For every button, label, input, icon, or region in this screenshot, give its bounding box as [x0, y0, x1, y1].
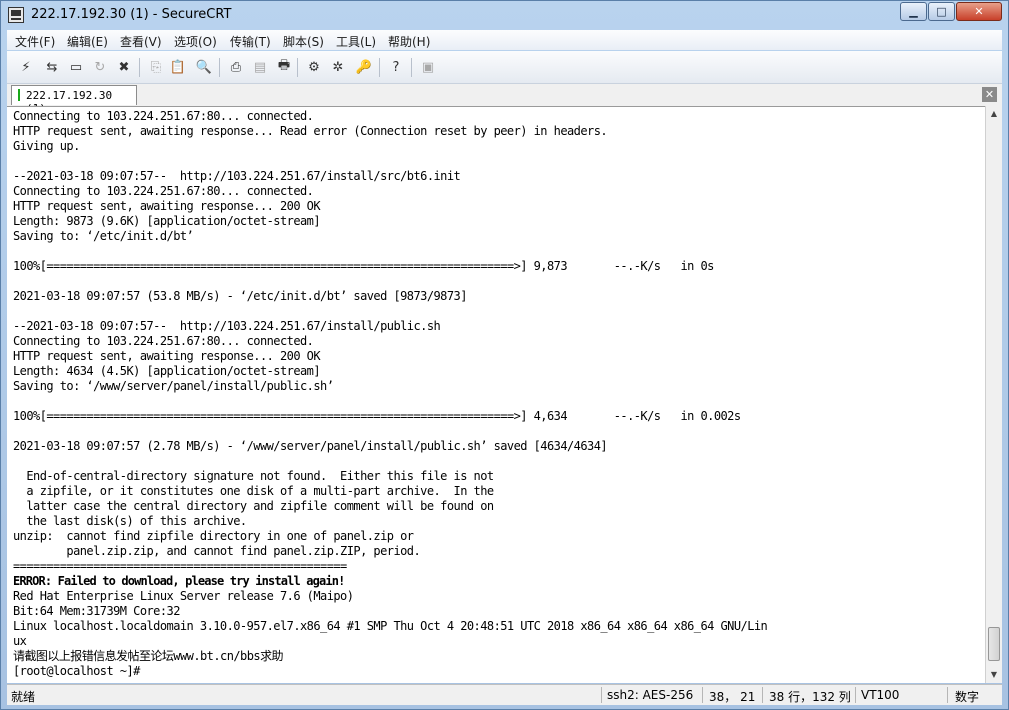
terminal-line: 100%[===================================…	[13, 259, 714, 273]
minimize-button[interactable]: ▁	[900, 2, 927, 21]
terminal-line: Length: 4634 (4.5K) [application/octet-s…	[13, 364, 321, 378]
status-divider	[702, 687, 703, 703]
disconnect-icon[interactable]: ✖	[115, 58, 133, 76]
toolbar-separator	[219, 58, 220, 77]
toolbar: ⚡ ⇆ ▭ ↻ ✖ ⎘ 📋 🔍 ⎙ ▤ 🖶 ⚙ ✲ 🔑? ▣	[7, 51, 1002, 84]
securecrt-window: 222.17.192.30 (1) - SecureCRT ▁ □ ✕ 文件(F…	[0, 0, 1009, 710]
toolbar-separator	[411, 58, 412, 77]
copy-icon[interactable]: ⎘	[147, 58, 165, 76]
menu-help[interactable]: 帮助(H)	[388, 33, 430, 50]
menu-edit[interactable]: 编辑(E)	[67, 33, 108, 50]
tab-session[interactable]: 222.17.192.30 (1)	[11, 85, 137, 115]
menu-view[interactable]: 查看(V)	[120, 33, 162, 50]
menu-transfer[interactable]: 传输(T)	[230, 33, 271, 50]
terminal-line: panel.zip.zip, and cannot find panel.zip…	[13, 544, 421, 558]
terminal-line: Saving to: ‘/www/server/panel/install/pu…	[13, 379, 334, 393]
title-bar[interactable]: 222.17.192.30 (1) - SecureCRT ▁ □ ✕	[1, 1, 1008, 29]
connected-indicator-icon	[18, 89, 20, 101]
terminal-line: 请截图以上报错信息发帖至论坛www.bt.cn/bbs求助	[13, 649, 284, 663]
quick-connect-icon[interactable]: ⇆	[43, 58, 61, 76]
toolbar-separator	[379, 58, 380, 77]
scroll-thumb[interactable]	[988, 627, 1000, 661]
terminal-line: End-of-central-directory signature not f…	[13, 469, 494, 483]
reconnect-icon[interactable]: ↻	[91, 58, 109, 76]
status-emulation: VT100	[861, 688, 900, 702]
terminal-line: ERROR: Failed to download, please try in…	[13, 574, 345, 588]
terminal-line: Connecting to 103.224.251.67:80... conne…	[13, 334, 314, 348]
terminal-line: Giving up.	[13, 139, 80, 153]
toolbar-separator	[297, 58, 298, 77]
terminal-line: --2021-03-18 09:07:57-- http://103.224.2…	[13, 169, 461, 183]
about-icon[interactable]: ▣	[419, 58, 437, 76]
terminal-line: ux	[13, 634, 27, 648]
find-icon[interactable]: 🔍	[195, 58, 213, 76]
printer-icon[interactable]: 🖶	[275, 58, 293, 76]
terminal-line: Length: 9873 (9.6K) [application/octet-s…	[13, 214, 321, 228]
vertical-scrollbar[interactable]: ▲ ▼	[985, 106, 1002, 683]
key-icon[interactable]: 🔑	[355, 58, 373, 76]
status-cursor-position: 38， 21	[709, 690, 756, 704]
terminal-output[interactable]: Connecting to 103.224.251.67:80... conne…	[7, 106, 985, 683]
terminal-line: unzip: cannot find zipfile directory in …	[13, 529, 414, 543]
status-divider	[855, 687, 856, 703]
terminal-line: HTTP request sent, awaiting response... …	[13, 349, 321, 363]
status-divider	[601, 687, 602, 703]
terminal-line: Saving to: ‘/etc/init.d/bt’	[13, 229, 194, 243]
menu-options[interactable]: 选项(O)	[174, 33, 217, 50]
terminal-line: 2021-03-18 09:07:57 (53.8 MB/s) - ‘/etc/…	[13, 289, 467, 303]
toolbar-separator	[139, 58, 140, 77]
connect-icon[interactable]: ⚡	[17, 58, 35, 76]
terminal-line: Connecting to 103.224.251.67:80... conne…	[13, 109, 314, 123]
menu-script[interactable]: 脚本(S)	[283, 33, 324, 50]
terminal-line: ========================================…	[13, 559, 347, 573]
terminal-line: Red Hat Enterprise Linux Server release …	[13, 589, 354, 603]
terminal-line: latter case the central directory and zi…	[13, 499, 494, 513]
status-protocol: ssh2: AES-256	[607, 688, 694, 702]
close-tab-icon[interactable]: ✕	[982, 87, 997, 102]
terminal-line: [root@localhost ~]#	[13, 664, 140, 678]
status-divider	[947, 687, 948, 703]
session-tab-bar: 222.17.192.30 (1) ✕	[7, 84, 1002, 115]
terminal-line: Connecting to 103.224.251.67:80... conne…	[13, 184, 314, 198]
help-icon[interactable]: ?	[387, 58, 405, 76]
terminal-line: 2021-03-18 09:07:57 (2.78 MB/s) - ‘/www/…	[13, 439, 608, 453]
connect-tab-icon[interactable]: ▭	[67, 58, 85, 76]
paste-icon[interactable]: 📋	[169, 58, 187, 76]
terminal-line: HTTP request sent, awaiting response... …	[13, 199, 321, 213]
status-divider	[762, 687, 763, 703]
terminal-line: Bit:64 Mem:31739M Core:32	[13, 604, 180, 618]
status-terminal-size: 38 行，132 列	[769, 690, 851, 704]
terminal-line: the last disk(s) of this archive.	[13, 514, 247, 528]
terminal-line: Linux localhost.localdomain 3.10.0-957.e…	[13, 619, 768, 633]
global-options-icon[interactable]: ✲	[329, 58, 347, 76]
print-selection-icon[interactable]: ▤	[251, 58, 269, 76]
terminal-line: a zipfile, or it constitutes one disk of…	[13, 484, 494, 498]
menu-file[interactable]: 文件(F)	[15, 33, 55, 50]
scroll-up-icon[interactable]: ▲	[986, 106, 1002, 122]
terminal-line: 100%[===================================…	[13, 409, 741, 423]
session-options-icon[interactable]: ⚙	[305, 58, 323, 76]
status-ready: 就绪	[11, 690, 36, 704]
close-button[interactable]: ✕	[956, 2, 1002, 21]
terminal-line: HTTP request sent, awaiting response... …	[13, 124, 608, 138]
status-numlock: 数字	[955, 690, 980, 704]
status-bar: 就绪 ssh2: AES-256 38， 21 38 行，132 列 VT100…	[7, 684, 1002, 705]
scroll-down-icon[interactable]: ▼	[986, 667, 1002, 683]
terminal-line: --2021-03-18 09:07:57-- http://103.224.2…	[13, 319, 441, 333]
menu-bar: 文件(F) 编辑(E) 查看(V) 选项(O) 传输(T) 脚本(S) 工具(L…	[7, 30, 1002, 50]
print-icon[interactable]: ⎙	[227, 58, 245, 76]
maximize-button[interactable]: □	[928, 2, 955, 21]
menu-tools[interactable]: 工具(L)	[336, 33, 376, 50]
window-title: 222.17.192.30 (1) - SecureCRT	[31, 7, 232, 22]
securecrt-app-icon[interactable]	[8, 7, 24, 23]
